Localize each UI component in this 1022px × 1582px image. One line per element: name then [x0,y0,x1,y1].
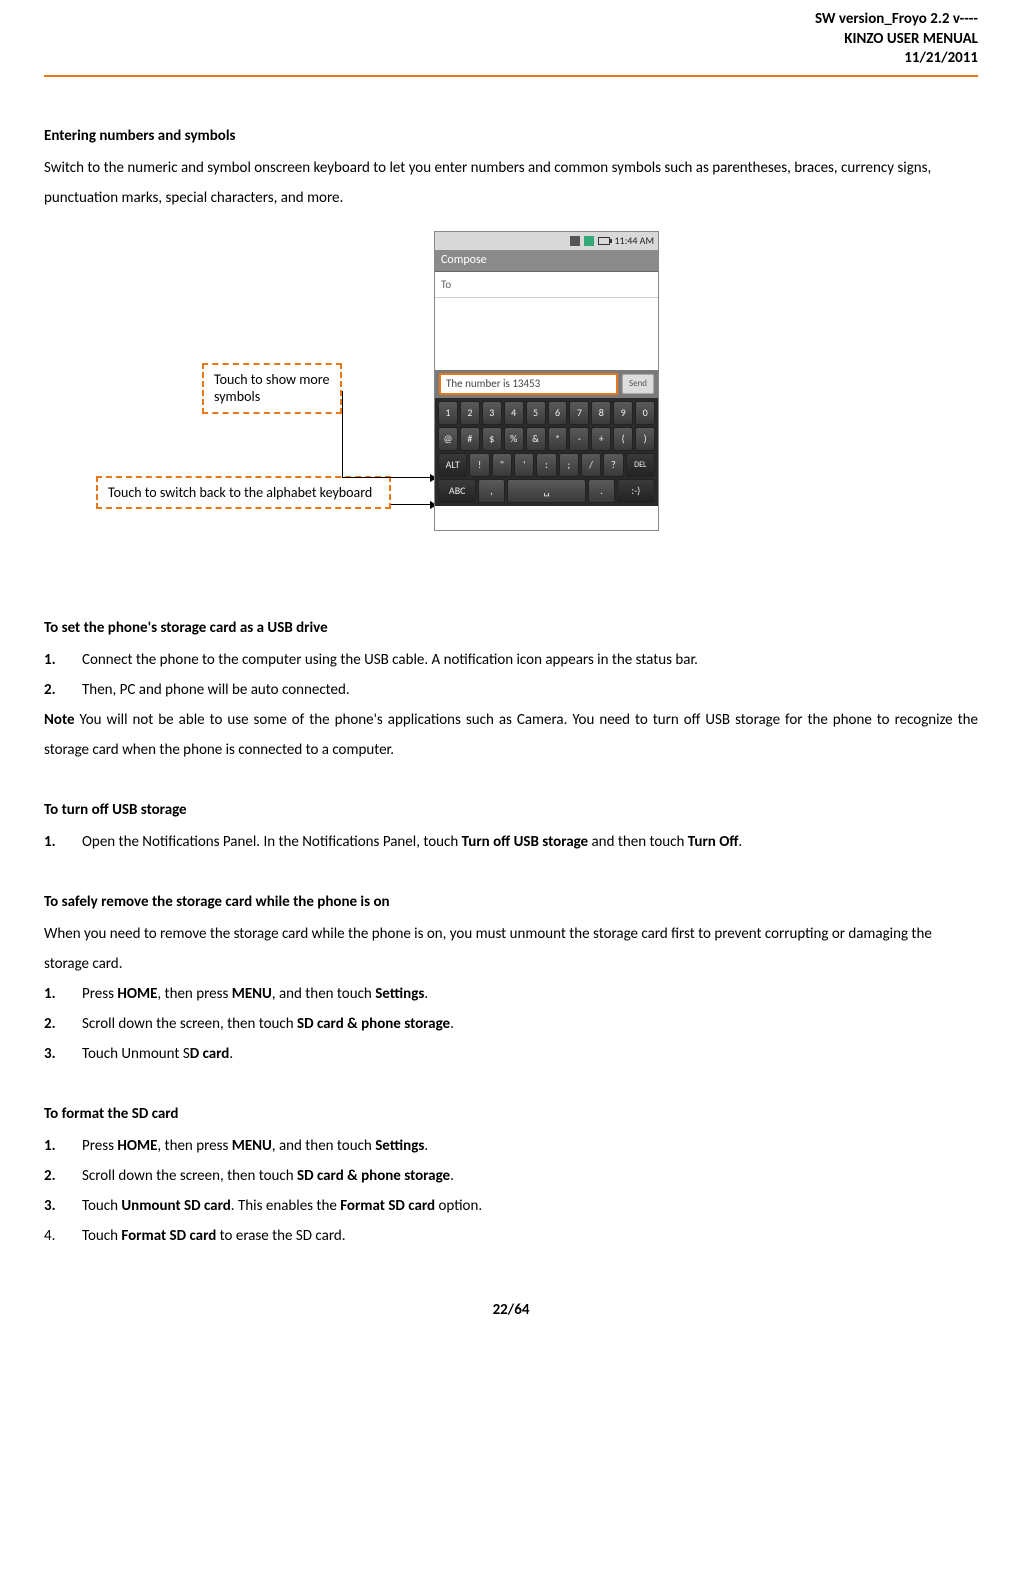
keyboard-row-4: ABC , ␣ . :-) [438,479,655,503]
key[interactable]: 5 [526,401,546,425]
key-space[interactable]: ␣ [507,479,587,503]
section-entering-title: Entering numbers and symbols [44,127,978,145]
list-item: 1.Connect the phone to the computer usin… [44,645,978,675]
key[interactable]: 9 [613,401,633,425]
safelyremove-steps: 1. Press HOME, then press MENU, and then… [44,979,978,1069]
header: SW version_Froyo 2.2 v---- KINZO USER ME… [44,10,978,69]
list-item: 1. Press HOME, then press MENU, and then… [44,1131,978,1161]
list-item: 3. Touch Unmount SD card. This enables t… [44,1191,978,1221]
key[interactable]: ! [469,453,489,477]
message-body-area[interactable] [435,298,658,370]
key-delete[interactable]: DEL [626,453,655,477]
section-usb-title: To set the phone's storage card as a USB… [44,619,978,637]
list-item: 1. Open the Notifications Panel. In the … [44,827,978,857]
list-item: 2. Scroll down the screen, then touch SD… [44,1161,978,1191]
key[interactable]: - [569,427,589,451]
page: SW version_Froyo 2.2 v---- KINZO USER ME… [0,0,1022,1349]
usb-steps: 1.Connect the phone to the computer usin… [44,645,978,705]
callout-switch-abc: Touch to switch back to the alphabet key… [96,476,391,510]
key[interactable]: + [591,427,611,451]
key[interactable]: " [492,453,512,477]
key[interactable]: ; [559,453,579,477]
section-safelyremove-intro: When you need to remove the storage card… [44,919,978,979]
header-line-2: KINZO USER MENUAL [44,30,978,50]
key[interactable]: 8 [591,401,611,425]
message-input[interactable]: The number is 13453 [439,373,618,395]
to-field[interactable]: To [435,272,658,298]
key[interactable]: 7 [569,401,589,425]
key[interactable]: . [588,479,614,503]
turnoff-steps: 1. Open the Notifications Panel. In the … [44,827,978,857]
key[interactable]: 1 [438,401,458,425]
list-item: 2. Scroll down the screen, then touch SD… [44,1009,978,1039]
header-line-1: SW version_Froyo 2.2 v---- [44,10,978,30]
arrow [391,504,432,505]
key[interactable]: 6 [548,401,568,425]
key[interactable]: & [526,427,546,451]
callout-more-symbols: Touch to show more symbols [202,363,342,414]
key[interactable]: ) [635,427,655,451]
wifi-icon [584,236,594,246]
list-item: 1. Press HOME, then press MENU, and then… [44,979,978,1009]
section-turnoff-title: To turn off USB storage [44,801,978,819]
send-button[interactable]: Send [622,374,654,394]
key-smiley[interactable]: :-) [617,479,655,503]
page-number: 22/64 [44,1301,978,1319]
arrow [342,477,432,478]
keyboard-row-2: @ # $ % & * - + ( ) [438,427,655,451]
key[interactable]: 4 [504,401,524,425]
key[interactable]: 3 [482,401,502,425]
key[interactable]: * [548,427,568,451]
header-line-3: 11/21/2011 [44,49,978,69]
key[interactable]: % [504,427,524,451]
key[interactable]: @ [438,427,458,451]
key[interactable]: ( [613,427,633,451]
section-format-title: To format the SD card [44,1105,978,1123]
key[interactable]: $ [482,427,502,451]
figure: Touch to show more symbols Touch to swit… [44,231,978,551]
input-row: The number is 13453 Send [435,370,658,398]
phone-screenshot: 11:44 AM Compose To The number is 13453 … [434,231,659,531]
format-steps: 1. Press HOME, then press MENU, and then… [44,1131,978,1251]
header-rule [44,75,978,77]
keyboard-row-3: ALT ! " ' : ; / ? DEL [438,453,655,477]
keyboard-row-1: 1 2 3 4 5 6 7 8 9 0 [438,401,655,425]
battery-icon [598,237,610,245]
key-alt[interactable]: ALT [438,453,467,477]
usb-note: Note You will not be able to use some of… [44,705,978,765]
key[interactable]: ? [603,453,623,477]
keyboard: 1 2 3 4 5 6 7 8 9 0 @ # $ % & * [435,398,658,506]
signal-icon [570,236,580,246]
list-item: 3. Touch Unmount SD card. [44,1039,978,1069]
list-item: 4. Touch Format SD card to erase the SD … [44,1221,978,1251]
section-safelyremove-title: To safely remove the storage card while … [44,893,978,911]
arrow [342,391,343,477]
key[interactable]: : [536,453,556,477]
status-time: 11:44 AM [614,234,654,247]
key[interactable]: 2 [460,401,480,425]
key[interactable]: / [581,453,601,477]
app-title: Compose [435,250,658,272]
section-entering-body: Switch to the numeric and symbol onscree… [44,153,978,213]
key-abc[interactable]: ABC [438,479,476,503]
key[interactable]: ' [514,453,534,477]
list-item: 2.Then, PC and phone will be auto connec… [44,675,978,705]
key[interactable]: , [478,479,504,503]
key[interactable]: 0 [635,401,655,425]
key[interactable]: # [460,427,480,451]
status-bar: 11:44 AM [435,232,658,250]
